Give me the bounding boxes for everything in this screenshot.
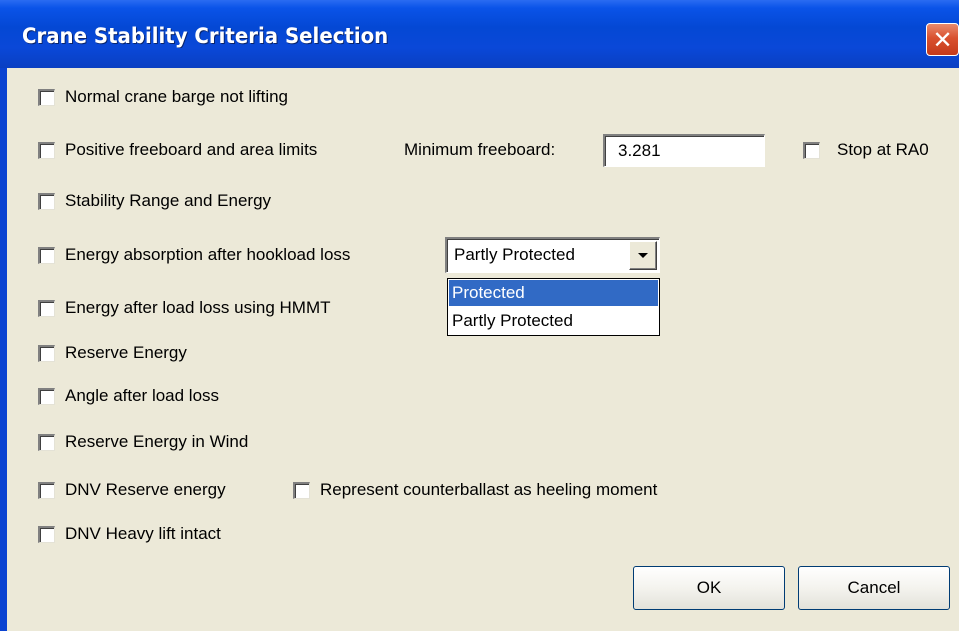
checkbox-positive-freeboard[interactable]: [38, 141, 55, 159]
checkbox-stop-at-ra0[interactable]: [803, 141, 820, 159]
label-dnv-heavy-lift: DNV Heavy lift intact: [65, 524, 221, 543]
checkbox-counterballast-heeling[interactable]: [293, 481, 310, 499]
criterion-row-dnv-reserve: DNV Reserve energy: [38, 479, 226, 501]
label-stop-at-ra0: Stop at RA0: [837, 140, 929, 159]
crane-criteria-dialog: Crane Stability Criteria Selection ✕ Nor…: [0, 0, 959, 631]
chevron-down-icon: [638, 253, 648, 258]
checkbox-reserve-energy-wind[interactable]: [38, 433, 55, 451]
criterion-row-dnv-heavy-lift: DNV Heavy lift intact: [38, 523, 221, 545]
label-angle-after-load-loss: Angle after load loss: [65, 386, 220, 405]
label-dnv-reserve-energy: DNV Reserve energy: [65, 480, 226, 499]
checkbox-dnv-heavy-lift[interactable]: [38, 525, 55, 543]
protection-select-value: Partly Protected: [454, 245, 575, 264]
label-normal-crane-barge: Normal crane barge not lifting: [65, 87, 289, 106]
criterion-row-stability-range: Stability Range and Energy: [38, 190, 271, 212]
checkbox-normal-crane-barge[interactable]: [38, 88, 55, 106]
checkbox-stability-range-energy[interactable]: [38, 192, 55, 210]
label-reserve-energy-wind: Reserve Energy in Wind: [65, 432, 249, 451]
title-bar[interactable]: Crane Stability Criteria Selection ✕: [0, 0, 959, 68]
dialog-title: Crane Stability Criteria Selection: [22, 24, 389, 48]
cancel-button[interactable]: Cancel: [798, 566, 950, 610]
criterion-row-reserve-energy-wind: Reserve Energy in Wind: [38, 431, 248, 453]
protection-select-dropdown-button[interactable]: [629, 241, 657, 270]
option-partly-protected[interactable]: Partly Protected: [449, 308, 658, 334]
label-stability-range-energy: Stability Range and Energy: [65, 191, 272, 210]
checkbox-angle-after-load-loss[interactable]: [38, 387, 55, 405]
close-button[interactable]: ✕: [926, 23, 959, 56]
ok-button[interactable]: OK: [633, 566, 785, 610]
checkbox-energy-absorption[interactable]: [38, 246, 55, 264]
criterion-row-reserve-energy: Reserve Energy: [38, 342, 187, 364]
checkbox-dnv-reserve-energy[interactable]: [38, 481, 55, 499]
label-reserve-energy: Reserve Energy: [65, 343, 187, 362]
label-energy-hmmt: Energy after load loss using HMMT: [65, 298, 331, 317]
minimum-freeboard-input[interactable]: 3.281: [603, 134, 765, 167]
minimum-freeboard-label: Minimum freeboard:: [404, 140, 556, 159]
protection-options-list: Protected Partly Protected: [447, 278, 660, 336]
option-protected[interactable]: Protected: [449, 280, 658, 306]
label-counterballast-heeling: Represent counterballast as heeling mome…: [320, 480, 658, 499]
criterion-row-energy-hmmt: Energy after load loss using HMMT: [38, 297, 331, 319]
stop-at-ra0-row: Stop at RA0: [803, 139, 929, 161]
counterballast-row: Represent counterballast as heeling mome…: [293, 479, 657, 501]
criterion-row-energy-absorption: Energy absorption after hookload loss: [38, 244, 350, 266]
label-energy-absorption: Energy absorption after hookload loss: [65, 245, 351, 264]
checkbox-reserve-energy[interactable]: [38, 344, 55, 362]
checkbox-energy-hmmt[interactable]: [38, 299, 55, 317]
protection-select[interactable]: Partly Protected: [445, 237, 660, 273]
window-frame-left: [0, 68, 7, 631]
close-icon: ✕: [932, 25, 953, 54]
criterion-row-normal-crane: Normal crane barge not lifting: [38, 86, 288, 108]
label-positive-freeboard: Positive freeboard and area limits: [65, 140, 318, 159]
criterion-row-angle-load-loss: Angle after load loss: [38, 385, 219, 407]
criterion-row-positive-freeboard: Positive freeboard and area limits: [38, 139, 317, 161]
